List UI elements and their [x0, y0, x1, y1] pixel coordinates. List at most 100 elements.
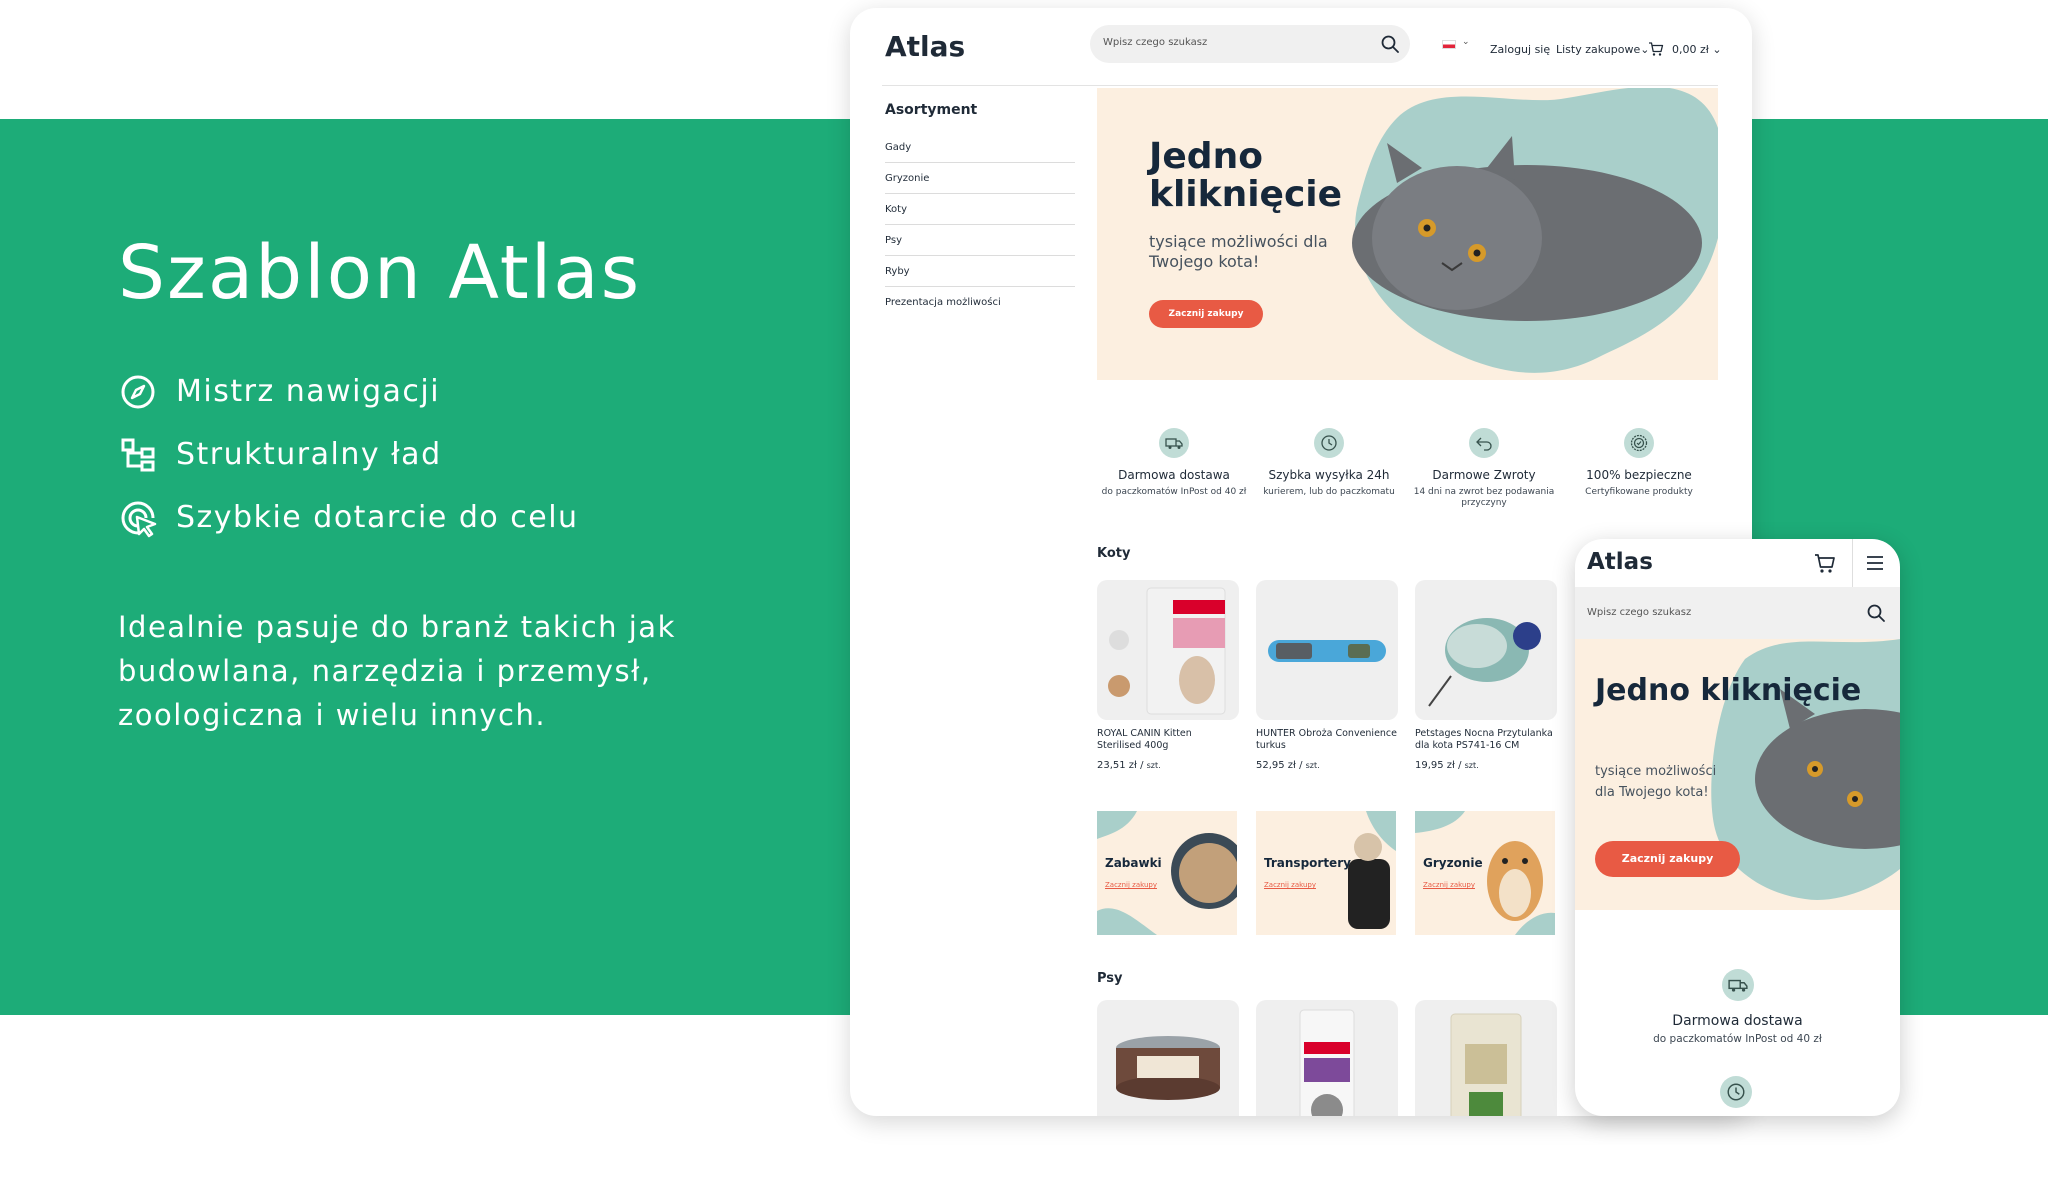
cart-icon[interactable]: [1648, 41, 1664, 57]
product-card[interactable]: [1097, 1000, 1239, 1116]
promo-panel: Szablon Atlas Mistrz nawigacji Struktura…: [118, 236, 738, 737]
cart-total[interactable]: 0,00 zł ⌄: [1672, 43, 1722, 56]
category-tile-transportery[interactable]: Transportery Zacznij zakupy: [1256, 811, 1396, 935]
feature-item: Szybkie dotarcie do celu: [118, 486, 738, 549]
benefit-item: Darmowe Zwroty 14 dni na zwrot bez podaw…: [1409, 428, 1559, 509]
chevron-down-icon[interactable]: ⌄: [1462, 37, 1470, 47]
clock-icon: [1314, 428, 1344, 458]
sidebar-item-prezentacja[interactable]: Prezentacja możliwości: [885, 287, 1075, 318]
benefit-desc: do paczkomatów InPost od 40 zł: [1101, 487, 1247, 497]
shopping-lists-label: Listy zakupowe: [1556, 43, 1641, 56]
benefit-desc: Certyfikowane produkty: [1585, 487, 1693, 497]
product-card[interactable]: HUNTER Obroża Convenience turkus 52,95 z…: [1256, 580, 1398, 771]
section-title-koty: Koty: [1097, 546, 1131, 561]
product-card[interactable]: ROYAL CANIN Kitten Sterilised 400g 23,51…: [1097, 580, 1239, 771]
product-price-value: 23,51 zł: [1097, 760, 1137, 771]
feature-item: Mistrz nawigacji: [118, 360, 738, 423]
product-image[interactable]: [1415, 580, 1557, 720]
sidebar-item-ryby[interactable]: Ryby: [885, 256, 1075, 287]
sidebar-item-psy[interactable]: Psy: [885, 225, 1075, 256]
benefits-row: Darmowa dostawa do paczkomatów InPost od…: [1097, 428, 1718, 528]
shopping-lists-menu[interactable]: Listy zakupowe⌄: [1556, 43, 1649, 56]
sidebar-title: Asortyment: [885, 102, 978, 118]
benefit-item: 100% bezpieczne Certyfikowane produkty: [1564, 428, 1714, 498]
header-divider: [882, 85, 1718, 86]
category-sidebar: Asortyment Gady Gryzonie Koty Psy Ryby P…: [885, 96, 1075, 318]
target-cursor-icon: [121, 501, 157, 537]
language-flag-icon[interactable]: [1442, 40, 1456, 49]
product-image[interactable]: [1097, 1000, 1239, 1116]
desktop-header: Atlas Wpisz czego szukasz ⌄ Zaloguj się …: [850, 8, 1752, 86]
search-placeholder: Wpisz czego szukasz: [1587, 607, 1692, 618]
benefit-desc: kurierem, lub do paczkomatu: [1263, 487, 1395, 497]
benefit-desc: 14 dni na zwrot bez podawania przyczyny: [1413, 487, 1555, 508]
promo-title: Szablon Atlas: [118, 230, 642, 316]
benefit-title: Darmowa dostawa: [1672, 1013, 1803, 1029]
product-unit: szt.: [1464, 761, 1479, 770]
mobile-logo[interactable]: Atlas: [1587, 549, 1653, 575]
benefit-title: 100% bezpieczne: [1586, 468, 1692, 482]
feature-item: Strukturalny ład: [118, 423, 738, 486]
product-image[interactable]: [1415, 1000, 1557, 1116]
product-image[interactable]: [1256, 1000, 1398, 1116]
search-icon[interactable]: [1380, 34, 1400, 54]
category-name: Gryzonie: [1423, 856, 1483, 870]
product-image[interactable]: [1097, 580, 1239, 720]
structure-icon: [121, 438, 155, 471]
start-shopping-button[interactable]: Zacznij zakupy: [1149, 300, 1263, 328]
sidebar-item-koty[interactable]: Koty: [885, 194, 1075, 225]
desktop-search-input[interactable]: Wpisz czego szukasz: [1090, 25, 1410, 63]
clock-icon: [1720, 1076, 1752, 1108]
product-unit: szt.: [1146, 761, 1161, 770]
mobile-hero-banner: Jedno kliknięcie tysiące możliwości dla …: [1575, 639, 1900, 910]
sidebar-item-gady[interactable]: Gady: [885, 132, 1075, 163]
feature-label: Szybkie dotarcie do celu: [176, 500, 579, 535]
hero-title: Jedno kliknięcie: [1149, 136, 1343, 215]
cart-icon[interactable]: [1813, 551, 1837, 575]
desktop-logo[interactable]: Atlas: [885, 30, 965, 63]
category-link[interactable]: Zacznij zakupy: [1105, 881, 1157, 889]
benefit-item: Darmowa dostawa do paczkomatów InPost od…: [1099, 428, 1249, 498]
category-link[interactable]: Zacznij zakupy: [1423, 881, 1475, 889]
benefit-desc: do paczkomatów InPost od 40 zł: [1653, 1033, 1822, 1045]
mobile-search-input[interactable]: Wpisz czego szukasz: [1575, 587, 1900, 639]
return-arrow-icon: [1469, 428, 1499, 458]
product-image[interactable]: [1256, 580, 1398, 720]
product-unit: szt.: [1305, 761, 1320, 770]
product-name[interactable]: HUNTER Obroża Convenience turkus: [1256, 728, 1398, 752]
product-card[interactable]: [1415, 1000, 1557, 1116]
promo-description: Idealnie pasuje do branż takich jak budo…: [118, 610, 676, 732]
chevron-down-icon: ⌄: [1712, 43, 1722, 56]
category-tile-zabawki[interactable]: Zabawki Zacznij zakupy: [1097, 811, 1237, 935]
delivery-truck-icon: [1721, 969, 1754, 1001]
benefit-title: Darmowa dostawa: [1118, 468, 1230, 482]
login-link[interactable]: Zaloguj się: [1490, 43, 1550, 56]
search-icon[interactable]: [1866, 603, 1886, 623]
category-link[interactable]: Zacznij zakupy: [1264, 881, 1316, 889]
product-name[interactable]: Petstages Nocna Przytulanka dla kota PS7…: [1415, 728, 1557, 752]
compass-icon: [121, 375, 155, 408]
product-card[interactable]: Petstages Nocna Przytulanka dla kota PS7…: [1415, 580, 1557, 771]
benefit-item: Szybka wysyłka 24h kurierem, lub do pacz…: [1254, 428, 1404, 498]
category-name: Zabawki: [1105, 856, 1162, 870]
product-name[interactable]: ROYAL CANIN Kitten Sterilised 400g: [1097, 728, 1239, 752]
hamburger-menu-icon[interactable]: [1865, 553, 1885, 573]
hero-subtitle: tysiące możliwości dla Twojego kota!: [1149, 232, 1328, 271]
category-tile-gryzonie[interactable]: Gryzonie Zacznij zakupy: [1415, 811, 1555, 935]
start-shopping-button[interactable]: Zacznij zakupy: [1595, 841, 1740, 877]
product-price: 19,95 zł / szt.: [1415, 760, 1479, 771]
benefit-title: Szybka wysyłka 24h: [1268, 468, 1390, 482]
product-price: 52,95 zł / szt.: [1256, 760, 1320, 771]
section-title-psy: Psy: [1097, 971, 1123, 986]
product-price: 23,51 zł / szt.: [1097, 760, 1161, 771]
cart-total-value: 0,00 zł: [1672, 43, 1709, 56]
feature-label: Strukturalny ład: [176, 437, 442, 472]
product-card[interactable]: [1256, 1000, 1398, 1116]
certified-badge-icon: [1624, 428, 1654, 458]
mobile-mockup: Atlas Wpisz czego szukasz Jedno kliknięc…: [1575, 539, 1900, 1116]
sidebar-item-gryzonie[interactable]: Gryzonie: [885, 163, 1075, 194]
category-name: Transportery: [1264, 856, 1351, 870]
feature-label: Mistrz nawigacji: [176, 374, 441, 409]
product-price-value: 52,95 zł: [1256, 760, 1296, 771]
desktop-hero-banner: Jedno kliknięcie tysiące możliwości dla …: [1097, 88, 1718, 380]
